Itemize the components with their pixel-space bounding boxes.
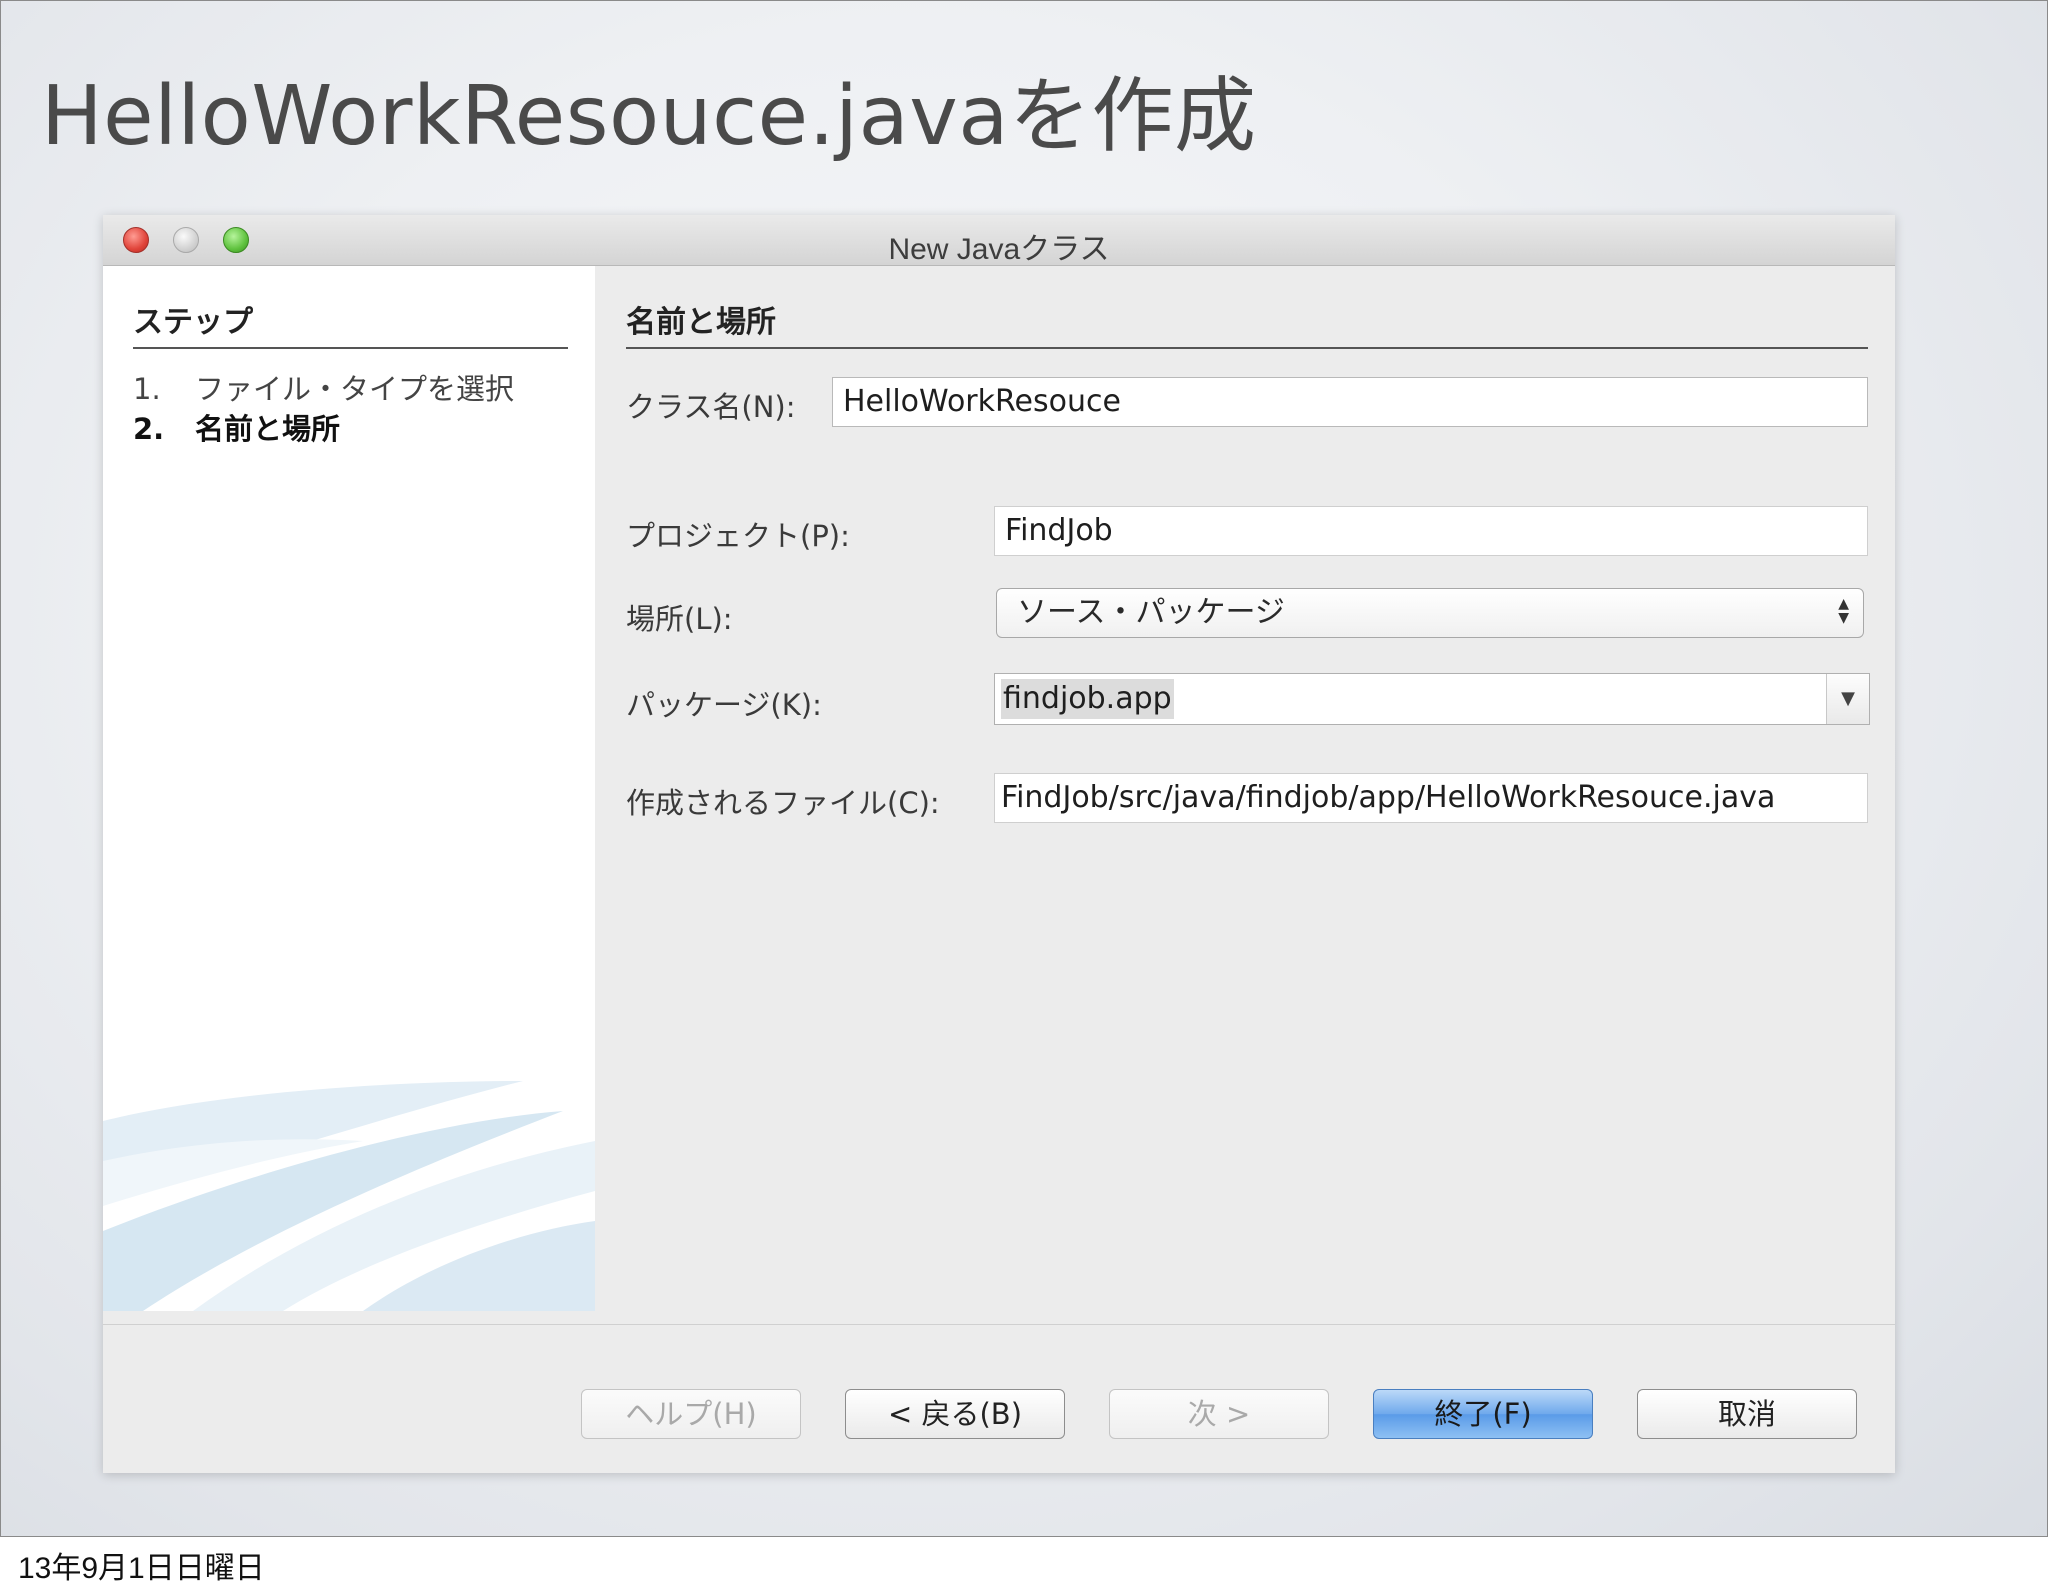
package-combobox[interactable]: findjob.app ▼ bbox=[994, 673, 1870, 725]
window-titlebar[interactable]: New Javaクラス bbox=[103, 215, 1895, 266]
created-file-field: FindJob/src/java/findjob/app/HelloWorkRe… bbox=[994, 773, 1868, 823]
steps-heading: ステップ bbox=[133, 297, 568, 349]
package-value[interactable]: findjob.app bbox=[1001, 679, 1174, 719]
step-number: 2. bbox=[133, 412, 165, 446]
decorative-swoosh-graphic bbox=[103, 1081, 595, 1311]
project-label: プロジェクト(P): bbox=[626, 519, 850, 553]
help-button[interactable]: ヘルプ(H) bbox=[581, 1389, 801, 1439]
step-number: 1. bbox=[133, 372, 161, 406]
project-field: FindJob bbox=[994, 506, 1868, 556]
location-label: 場所(L): bbox=[626, 602, 733, 636]
step-label: 名前と場所 bbox=[195, 412, 341, 446]
back-button[interactable]: < 戻る(B) bbox=[845, 1389, 1065, 1439]
step-item-file-type: 1. ファイル・タイプを選択 bbox=[133, 366, 514, 408]
steps-panel: ステップ 1. ファイル・タイプを選択 2. 名前と場所 bbox=[103, 266, 595, 1311]
updown-arrows-icon: ▲ ▼ bbox=[1838, 596, 1849, 626]
slide-date: 13年9月1日日曜日 bbox=[18, 1552, 265, 1585]
dropdown-arrow-icon[interactable]: ▼ bbox=[1826, 674, 1869, 724]
new-java-class-dialog: New Javaクラス ステップ 1. ファイル・タイプを選択 2. 名前と場所 名… bbox=[103, 215, 1895, 1473]
package-label: パッケージ(K): bbox=[626, 688, 822, 722]
class-name-input[interactable]: HelloWorkResouce bbox=[832, 377, 1868, 427]
footer-divider bbox=[103, 1324, 1895, 1325]
form-heading: 名前と場所 bbox=[626, 297, 1868, 349]
step-item-name-location: 2. 名前と場所 bbox=[133, 406, 340, 448]
cancel-button[interactable]: 取消 bbox=[1637, 1389, 1857, 1439]
finish-button[interactable]: 終了(F) bbox=[1373, 1389, 1593, 1439]
location-select[interactable]: ソース・パッケージ ▲ ▼ bbox=[996, 588, 1864, 638]
next-button[interactable]: 次 > bbox=[1109, 1389, 1329, 1439]
form-panel: 名前と場所 クラス名(N): HelloWorkResouce プロジェクト(P… bbox=[596, 266, 1895, 1311]
slide: HelloWorkResouce.javaを作成 New Javaクラス ステッ… bbox=[0, 0, 2048, 1537]
window-title: New Javaクラス bbox=[888, 233, 1110, 266]
step-label: ファイル・タイプを選択 bbox=[195, 372, 515, 406]
location-select-value: ソース・パッケージ bbox=[1017, 595, 1285, 630]
class-name-label: クラス名(N): bbox=[626, 390, 796, 424]
created-file-label: 作成されるファイル(C): bbox=[626, 786, 940, 820]
slide-title: HelloWorkResouce.javaを作成 bbox=[41, 69, 1257, 164]
